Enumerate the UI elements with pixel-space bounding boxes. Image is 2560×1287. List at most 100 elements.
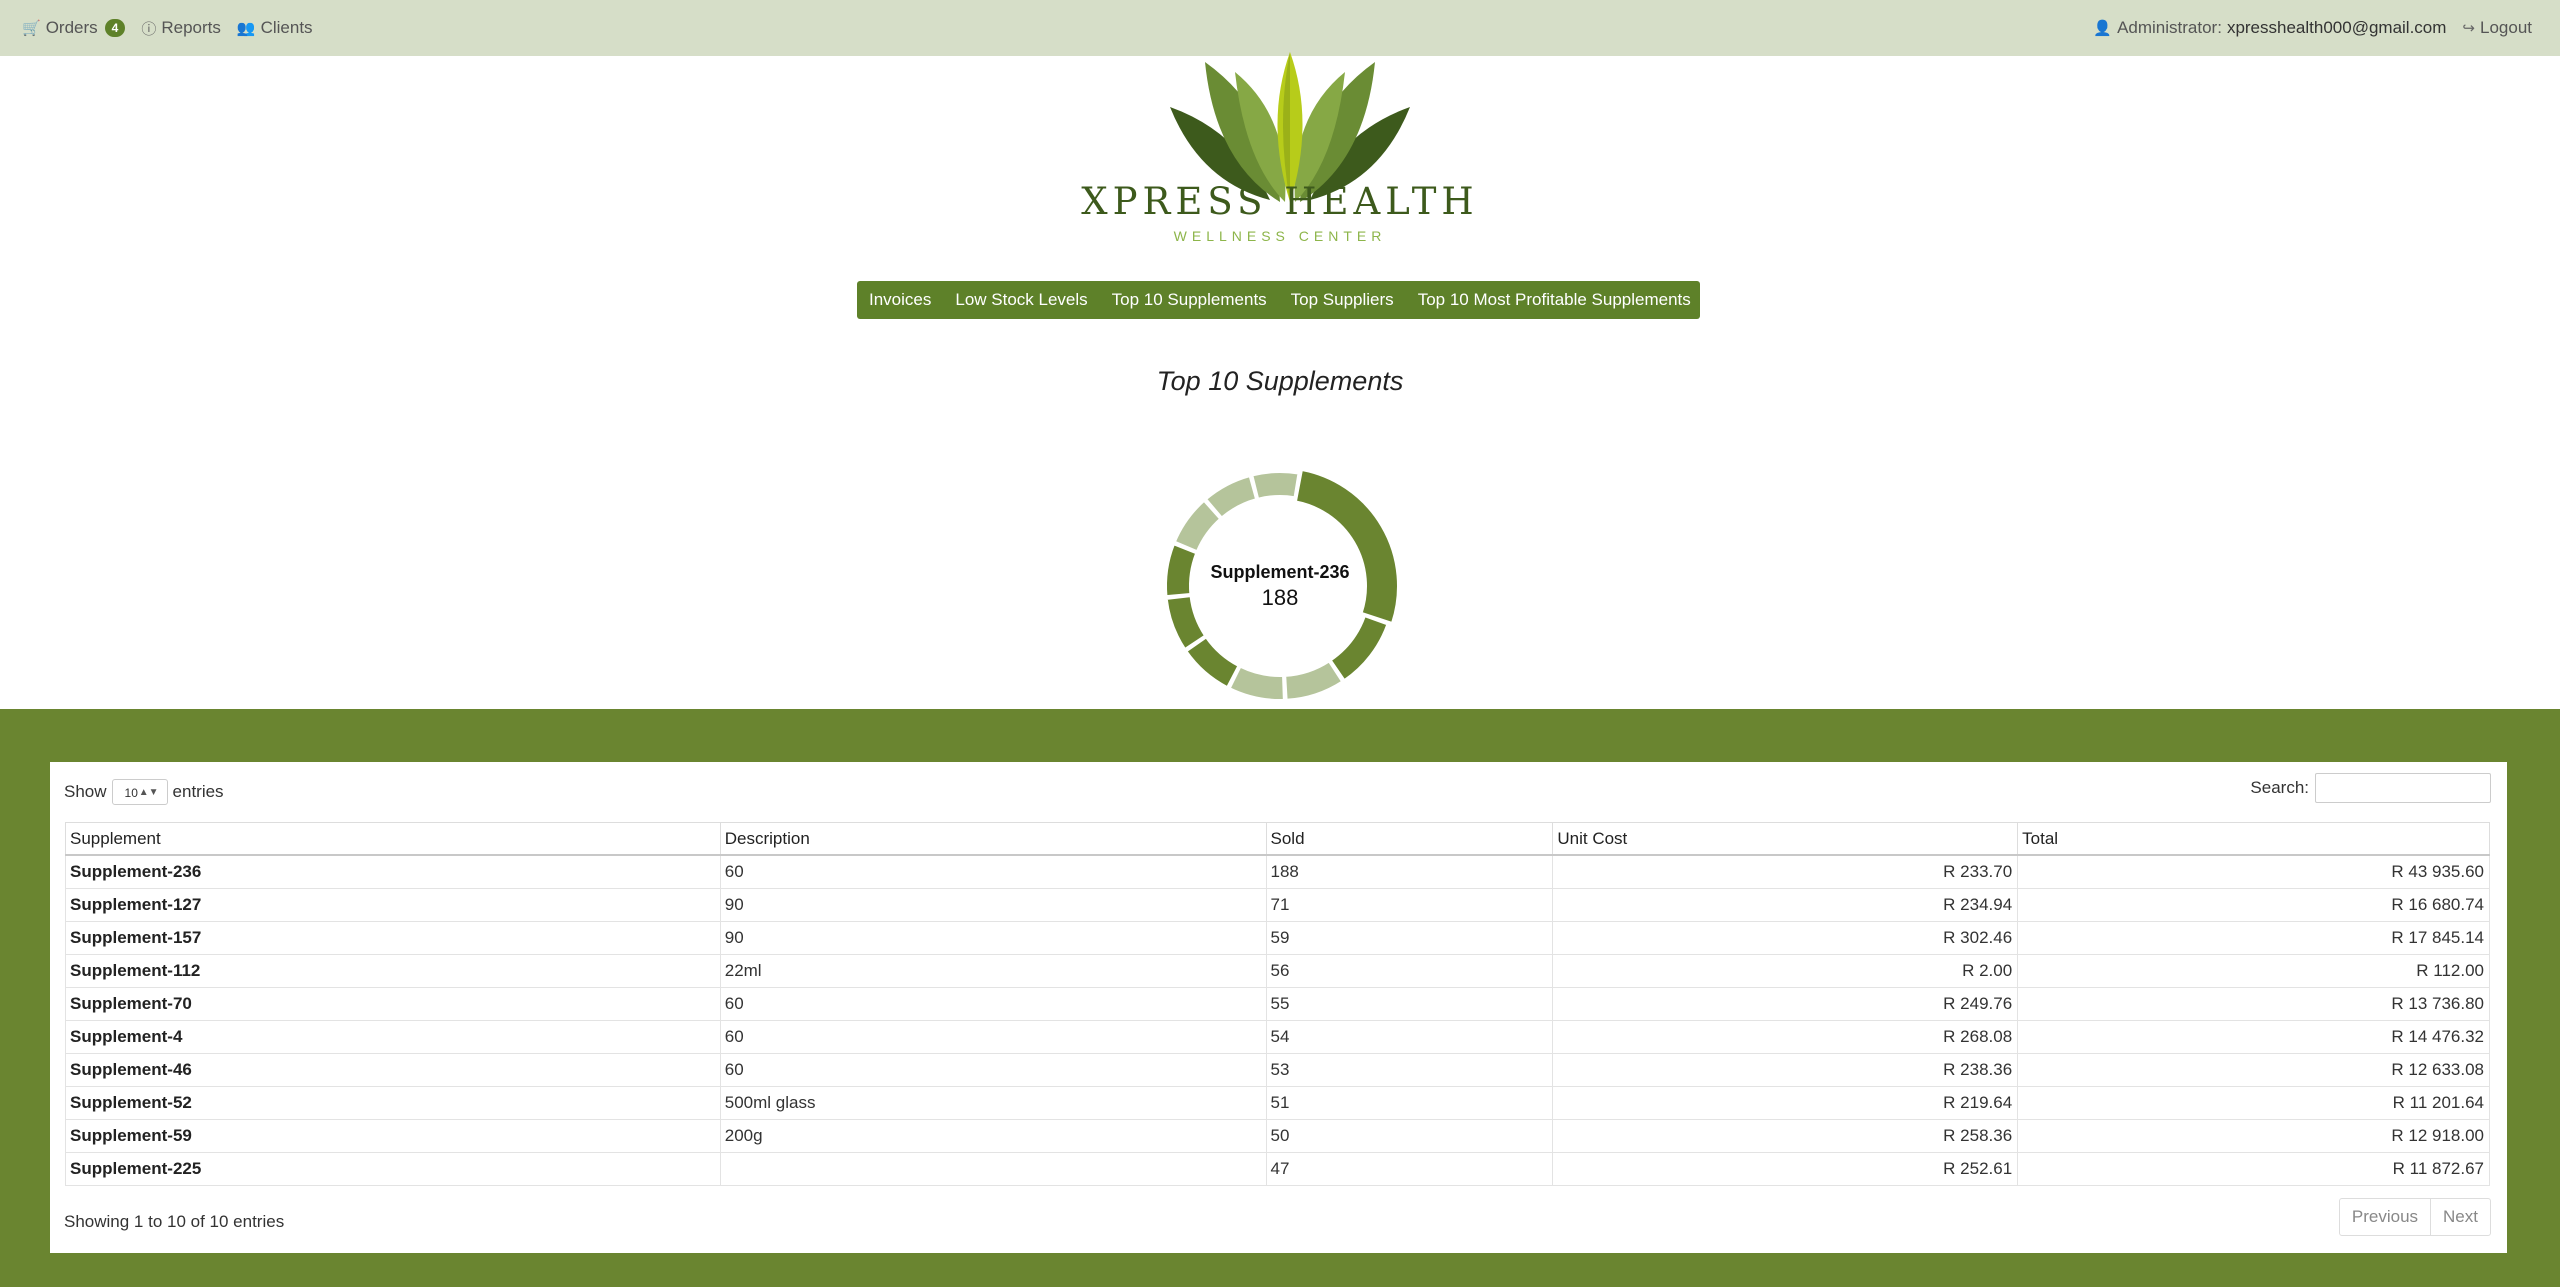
nav-reports-label: Reports bbox=[161, 18, 221, 37]
donut-slice-supplement-127[interactable] bbox=[1329, 614, 1389, 682]
info-icon: ⓘ bbox=[141, 20, 157, 38]
col-description[interactable]: Description bbox=[719, 822, 1267, 856]
search-input[interactable] bbox=[2315, 773, 2491, 803]
cell-description: 60 bbox=[719, 1053, 1267, 1087]
cell-sold: 56 bbox=[1265, 954, 1554, 988]
previous-button[interactable]: Previous bbox=[2340, 1199, 2430, 1235]
cell-unit-cost: R 2.00 bbox=[1552, 954, 2019, 988]
cell-description: 60 bbox=[719, 987, 1267, 1021]
cell-supplement: Supplement-225 bbox=[65, 1152, 721, 1186]
menu-low-stock-levels[interactable]: Low Stock Levels bbox=[943, 290, 1099, 310]
user-icon: 👤 bbox=[2093, 20, 2113, 37]
cell-supplement: Supplement-236 bbox=[65, 854, 721, 889]
cell-supplement: Supplement-127 bbox=[65, 888, 721, 922]
nav-orders-label: Orders bbox=[45, 18, 98, 37]
table-row: Supplement-157 90 59 R 302.46 R 17 845.14 bbox=[65, 921, 2490, 955]
logout-label: Logout bbox=[2480, 18, 2532, 37]
cell-unit-cost: R 268.08 bbox=[1552, 1020, 2019, 1054]
col-total[interactable]: Total bbox=[2017, 822, 2490, 856]
menu-invoices[interactable]: Invoices bbox=[857, 290, 943, 310]
menu-top-10-profitable[interactable]: Top 10 Most Profitable Supplements bbox=[1406, 290, 1703, 310]
table-header-row: Supplement Description Sold Unit Cost To… bbox=[65, 822, 2490, 856]
logout-link[interactable]: ↪ Logout bbox=[2462, 18, 2532, 38]
table-info: Showing 1 to 10 of 10 entries bbox=[64, 1212, 285, 1231]
cell-supplement: Supplement-70 bbox=[65, 987, 721, 1021]
cell-total: R 11 201.64 bbox=[2017, 1086, 2490, 1120]
donut-center-value: 188 bbox=[1262, 585, 1299, 610]
cell-unit-cost: R 233.70 bbox=[1552, 854, 2019, 889]
cell-total: R 112.00 bbox=[2017, 954, 2490, 988]
col-sold[interactable]: Sold bbox=[1265, 822, 1554, 856]
nav-reports[interactable]: ⓘ Reports bbox=[141, 18, 221, 39]
cell-total: R 14 476.32 bbox=[2017, 1020, 2490, 1054]
topnav-left: 🛒 Orders 4 ⓘ Reports 👥 Clients bbox=[22, 0, 329, 56]
cell-total: R 17 845.14 bbox=[2017, 921, 2490, 955]
cell-total: R 12 918.00 bbox=[2017, 1119, 2490, 1153]
cell-description: 90 bbox=[719, 888, 1267, 922]
cell-sold: 54 bbox=[1265, 1020, 1554, 1054]
table-row: Supplement-52 500ml glass 51 R 219.64 R 11 2… bbox=[65, 1086, 2490, 1120]
cell-sold: 71 bbox=[1265, 888, 1554, 922]
cell-sold: 47 bbox=[1265, 1152, 1554, 1186]
nav-clients[interactable]: 👥 Clients bbox=[237, 18, 313, 38]
table-row: Supplement-70 60 55 R 249.76 R 13 736.80 bbox=[65, 987, 2490, 1021]
pagination: Previous Next bbox=[2338, 1198, 2491, 1236]
cell-sold: 188 bbox=[1265, 854, 1554, 889]
donut-chart: Supplement-236 188 bbox=[1165, 468, 1399, 701]
brand-title: XPRESS HEALTH bbox=[1081, 180, 1479, 223]
table-panel: Show 10 ▲▼ entries Search: Supplement De… bbox=[50, 762, 2507, 1253]
donut-slice-supplement-157[interactable] bbox=[1284, 660, 1344, 701]
table-row: Supplement-4 60 54 R 268.08 R 14 476.32 bbox=[65, 1020, 2490, 1054]
menu-top-suppliers[interactable]: Top Suppliers bbox=[1279, 290, 1406, 310]
page-size-value: 10 bbox=[124, 786, 138, 800]
cart-icon: 🛒 bbox=[22, 20, 41, 37]
table-row: Supplement-127 90 71 R 234.94 R 16 680.74 bbox=[65, 888, 2490, 922]
donut-slice-supplement-236[interactable] bbox=[1294, 468, 1399, 625]
top-navbar: 🛒 Orders 4 ⓘ Reports 👥 Clients 👤 Adminis… bbox=[0, 0, 2560, 56]
cell-unit-cost: R 238.36 bbox=[1552, 1053, 2019, 1087]
cell-unit-cost: R 249.76 bbox=[1552, 987, 2019, 1021]
page-size-select[interactable]: 10 ▲▼ bbox=[111, 779, 168, 805]
orders-count-badge: 4 bbox=[104, 19, 126, 37]
cell-unit-cost: R 219.64 bbox=[1552, 1086, 2019, 1120]
topnav-right: 👤 Administrator: xpresshealth000@gmail.c… bbox=[2093, 0, 2532, 56]
next-button[interactable]: Next bbox=[2430, 1199, 2490, 1235]
donut-slice-supplement-112[interactable] bbox=[1228, 665, 1285, 701]
menu-top-10-supplements[interactable]: Top 10 Supplements bbox=[1100, 290, 1279, 310]
cell-unit-cost: R 252.61 bbox=[1552, 1152, 2019, 1186]
cell-unit-cost: R 302.46 bbox=[1552, 921, 2019, 955]
cell-sold: 59 bbox=[1265, 921, 1554, 955]
entries-label: entries bbox=[172, 782, 224, 801]
donut-slice-supplement-225[interactable] bbox=[1251, 471, 1300, 500]
donut-center-label: Supplement-236 bbox=[1210, 562, 1349, 582]
cell-supplement: Supplement-157 bbox=[65, 921, 721, 955]
cell-description: 90 bbox=[719, 921, 1267, 955]
cell-supplement: Supplement-52 bbox=[65, 1086, 721, 1120]
table-row: Supplement-46 60 53 R 238.36 R 12 633.08 bbox=[65, 1053, 2490, 1087]
page-title: Top 10 Supplements bbox=[1156, 366, 1404, 396]
cell-description bbox=[719, 1152, 1267, 1186]
cell-sold: 50 bbox=[1265, 1119, 1554, 1153]
cell-total: R 12 633.08 bbox=[2017, 1053, 2490, 1087]
nav-clients-label: Clients bbox=[260, 18, 313, 37]
col-unit-cost[interactable]: Unit Cost bbox=[1552, 822, 2019, 856]
nav-orders[interactable]: 🛒 Orders 4 bbox=[22, 18, 126, 38]
supplements-table: Supplement Description Sold Unit Cost To… bbox=[65, 822, 2490, 1186]
cell-total: R 43 935.60 bbox=[2017, 854, 2490, 889]
donut-slice-supplement-70[interactable] bbox=[1185, 636, 1240, 689]
cell-sold: 53 bbox=[1265, 1053, 1554, 1087]
col-supplement[interactable]: Supplement bbox=[65, 822, 721, 856]
admin-account[interactable]: 👤 Administrator: xpresshealth000@gmail.c… bbox=[2093, 18, 2446, 38]
cell-description: 500ml glass bbox=[719, 1086, 1267, 1120]
table-row: Supplement-236 60 188 R 233.70 R 43 935.60 bbox=[65, 854, 2490, 889]
cell-sold: 51 bbox=[1265, 1086, 1554, 1120]
show-entries: Show 10 ▲▼ entries bbox=[64, 779, 224, 805]
cell-description: 60 bbox=[719, 854, 1267, 889]
cell-unit-cost: R 258.36 bbox=[1552, 1119, 2019, 1153]
cell-sold: 55 bbox=[1265, 987, 1554, 1021]
cell-description: 22ml bbox=[719, 954, 1267, 988]
donut-slice-supplement-4[interactable] bbox=[1165, 595, 1207, 651]
cell-supplement: Supplement-59 bbox=[65, 1119, 721, 1153]
search: Search: bbox=[2250, 773, 2491, 803]
donut-slice-supplement-46[interactable] bbox=[1165, 543, 1198, 598]
